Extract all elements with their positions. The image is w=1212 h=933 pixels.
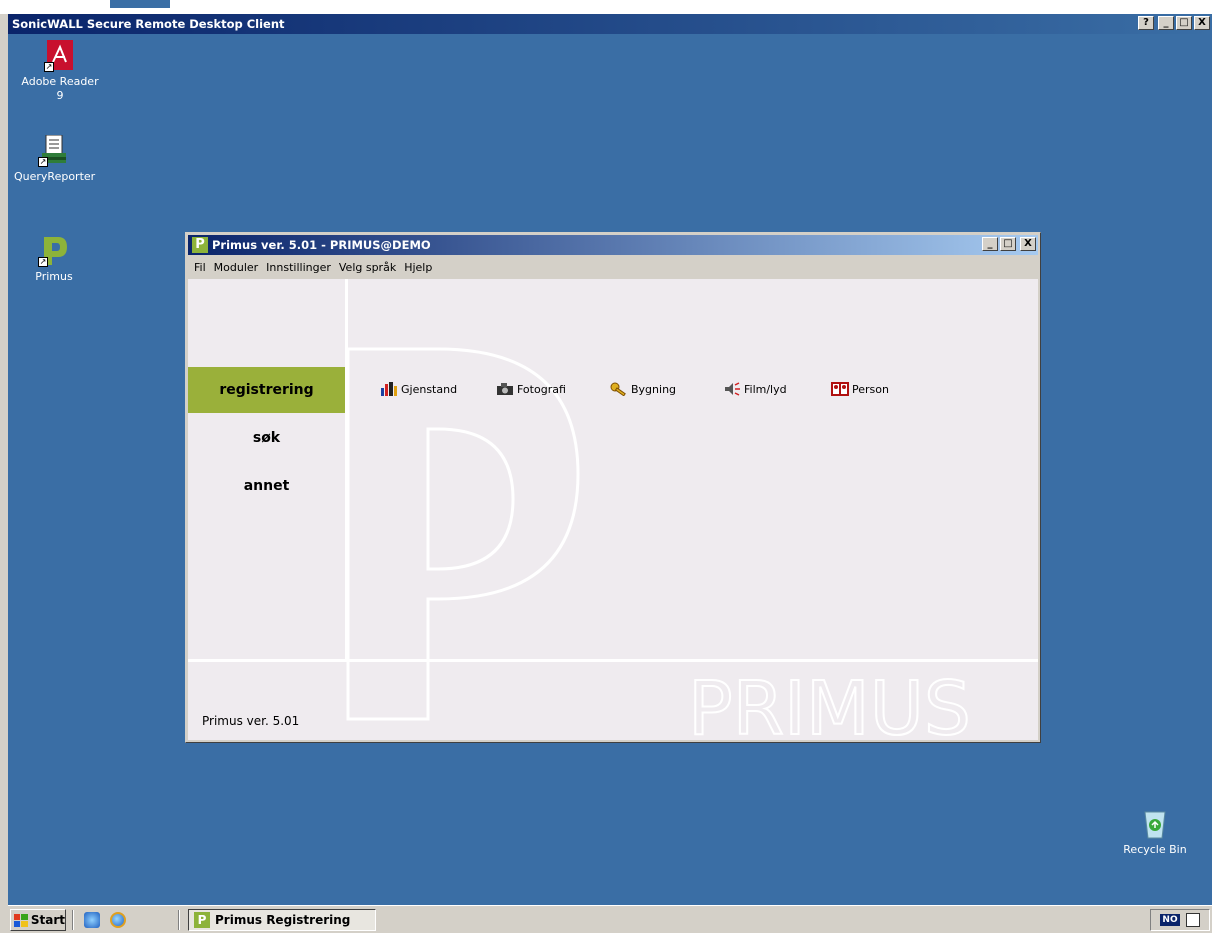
taskbar-separator bbox=[72, 910, 74, 930]
desktop-icon-label: Primus bbox=[35, 270, 73, 283]
status-version-text: Primus ver. 5.01 bbox=[202, 714, 300, 728]
windows-flag-icon bbox=[14, 913, 28, 927]
nav-annet[interactable]: annet bbox=[188, 463, 345, 509]
menu-velg-sprak[interactable]: Velg språk bbox=[339, 261, 396, 274]
desktop-icon-label: Recycle Bin bbox=[1123, 843, 1187, 856]
module-fotografi[interactable]: Fotografi bbox=[496, 382, 566, 396]
primus-window-title: Primus ver. 5.01 - PRIMUS@DEMO bbox=[212, 238, 431, 252]
desktop-icon-adobe-reader[interactable]: ↗ Adobe Reader 9 bbox=[20, 40, 100, 103]
primus-titlebar: P Primus ver. 5.01 - PRIMUS@DEMO _ □ X bbox=[188, 235, 1038, 255]
adobe-reader-icon: ↗ bbox=[44, 40, 76, 72]
minimize-button[interactable]: _ bbox=[1158, 16, 1174, 30]
sidebar-divider bbox=[345, 279, 348, 659]
desktop-icon-label: Adobe Reader 9 bbox=[21, 75, 99, 102]
module-bygning[interactable]: Bygning bbox=[610, 382, 677, 397]
rdp-left-border bbox=[0, 14, 8, 933]
primus-minimize-button[interactable]: _ bbox=[982, 237, 998, 251]
primus-maximize-button[interactable]: □ bbox=[1000, 237, 1016, 251]
module-label: Person bbox=[852, 382, 889, 396]
module-gjenstand[interactable]: Gjenstand bbox=[380, 382, 457, 396]
network-icon[interactable] bbox=[1185, 913, 1200, 927]
top-strip bbox=[0, 0, 1212, 14]
watermark-text: PRIMUS bbox=[688, 666, 971, 740]
camera-icon bbox=[496, 382, 514, 396]
speaker-icon bbox=[723, 382, 741, 396]
desktop-icon-label: QueryReporter bbox=[14, 170, 96, 183]
module-label: Film/lyd bbox=[744, 382, 787, 396]
person-icon bbox=[831, 382, 849, 396]
status-divider bbox=[188, 659, 1038, 662]
key-icon bbox=[610, 382, 628, 397]
recycle-bin-icon bbox=[1139, 808, 1171, 840]
desktop-icon-recycle-bin[interactable]: Recycle Bin bbox=[1115, 808, 1195, 856]
taskbar-item-primus[interactable]: P Primus Registrering bbox=[188, 909, 376, 931]
taskbar-item-label: Primus Registrering bbox=[215, 913, 351, 927]
nav-sok[interactable]: søk bbox=[188, 415, 345, 461]
close-button[interactable]: X bbox=[1194, 16, 1210, 30]
desktop-icon-primus[interactable]: ↗ Primus bbox=[14, 235, 94, 284]
primus-watermark: PRIMUS bbox=[346, 347, 972, 740]
module-person[interactable]: Person bbox=[831, 382, 889, 396]
menu-innstillinger[interactable]: Innstillinger bbox=[266, 261, 331, 274]
primus-client-area: PRIMUS registrering søk annet Gjenstand … bbox=[188, 279, 1038, 740]
primus-icon: ↗ bbox=[38, 235, 70, 267]
nav-registrering[interactable]: registrering bbox=[188, 367, 345, 413]
internet-explorer-icon[interactable] bbox=[110, 912, 126, 928]
language-indicator[interactable]: NO bbox=[1160, 914, 1180, 926]
rdp-titlebar: SonicWALL Secure Remote Desktop Client ?… bbox=[8, 14, 1212, 34]
maximize-button[interactable]: □ bbox=[1176, 16, 1192, 30]
start-button[interactable]: Start bbox=[10, 909, 66, 931]
gjenstand-icon bbox=[380, 382, 398, 396]
help-button[interactable]: ? bbox=[1138, 16, 1154, 30]
show-desktop-icon[interactable] bbox=[84, 912, 100, 928]
primus-logo-icon: P bbox=[192, 237, 208, 253]
menu-fil[interactable]: Fil bbox=[194, 261, 206, 274]
system-tray: NO bbox=[1150, 909, 1210, 931]
primus-window: P Primus ver. 5.01 - PRIMUS@DEMO _ □ X F… bbox=[185, 232, 1041, 743]
module-label: Bygning bbox=[631, 382, 677, 396]
primus-close-button[interactable]: X bbox=[1020, 237, 1036, 251]
module-film-lyd[interactable]: Film/lyd bbox=[723, 382, 787, 396]
rdp-window-title: SonicWALL Secure Remote Desktop Client bbox=[12, 17, 285, 31]
menu-hjelp[interactable]: Hjelp bbox=[404, 261, 432, 274]
module-label: Gjenstand bbox=[401, 382, 458, 396]
menu-moduler[interactable]: Moduler bbox=[214, 261, 259, 274]
primus-logo-icon: P bbox=[194, 912, 210, 928]
query-reporter-icon: ↗ bbox=[38, 134, 70, 167]
taskbar-separator bbox=[178, 910, 180, 930]
menu-bar: Fil Moduler Innstillinger Velg språk Hje… bbox=[188, 257, 1038, 277]
desktop-icon-query-reporter[interactable]: ↗ QueryReporter bbox=[14, 134, 96, 184]
start-label: Start bbox=[30, 913, 65, 927]
module-label: Fotografi bbox=[517, 382, 566, 396]
taskbar: Start P Primus Registrering NO bbox=[8, 905, 1212, 933]
